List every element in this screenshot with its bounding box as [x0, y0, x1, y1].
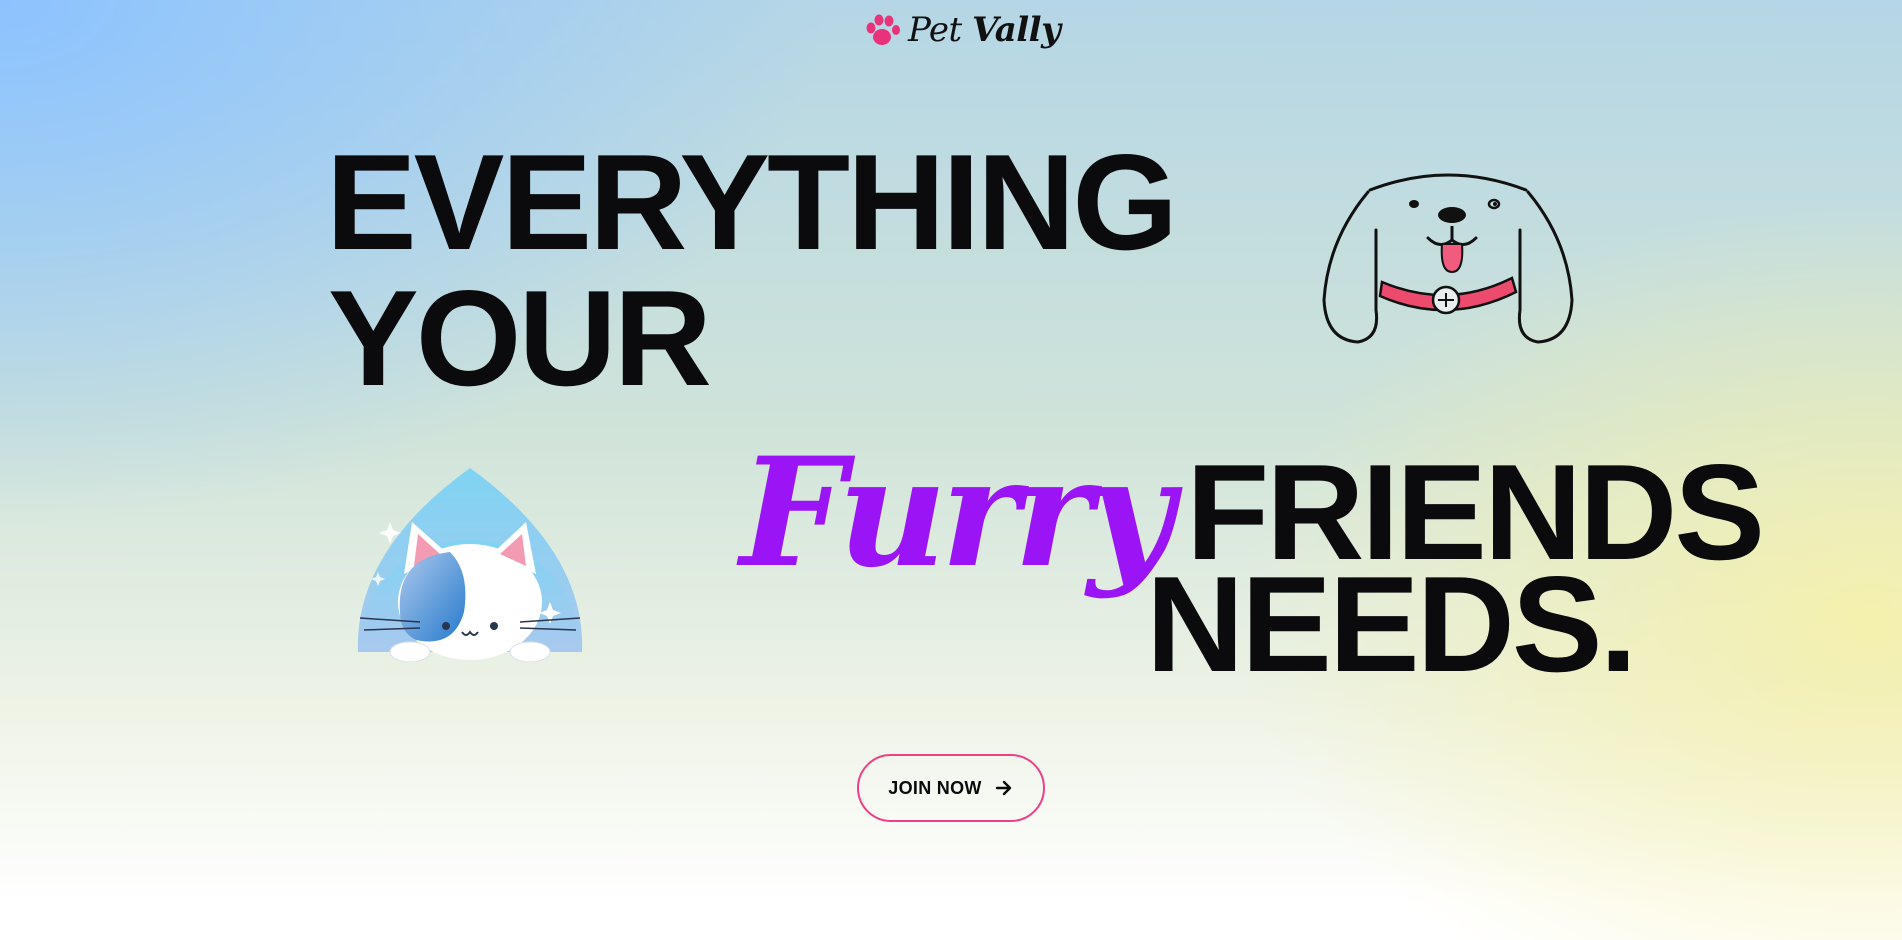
brand-name-bold: Vally: [971, 10, 1061, 50]
join-now-button[interactable]: JOIN NOW: [857, 754, 1045, 822]
brand-logo[interactable]: Pet Vally: [862, 10, 1061, 50]
join-now-label: JOIN NOW: [888, 777, 982, 798]
brand-name-light: Pet: [908, 10, 962, 50]
hero-line-4: NEEDS.: [1146, 548, 1637, 700]
brand-name: Pet Vally: [908, 10, 1061, 50]
cat-illustration: [357, 468, 583, 662]
hero-line-1: EVERYTHING: [326, 126, 1178, 278]
paw-icon: [866, 14, 900, 45]
hero-accent-word: Furry: [740, 425, 1174, 601]
hero-line-2: YOUR: [328, 262, 712, 414]
dog-illustration: [1322, 173, 1574, 344]
arrow-right-icon: [995, 780, 1011, 796]
